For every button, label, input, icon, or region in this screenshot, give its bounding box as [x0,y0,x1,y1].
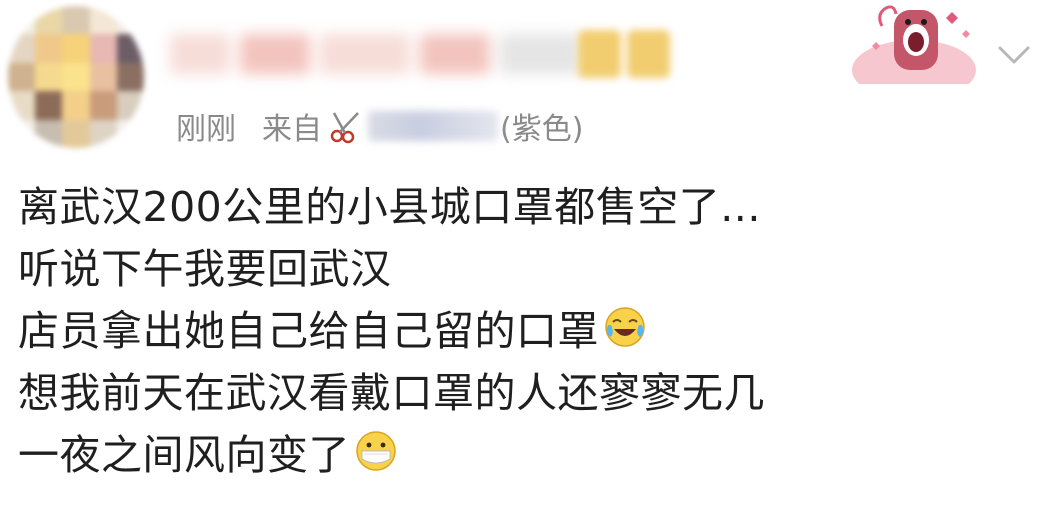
post-line: 想我前天在武汉看戴口罩的人还寥寥无几 [18,358,1048,420]
username-blurred[interactable] [170,28,610,80]
post-line-text: 听说下午我要回武汉 [18,245,392,293]
post-line: 听说下午我要回武汉 [18,234,1048,296]
post-line: 店员拿出她自己给自己留的口罩 [18,296,1048,358]
avatar[interactable] [8,6,144,148]
member-badge-blurred [578,30,670,78]
scissors-icon [330,112,359,144]
post-meta: 刚刚 来自 (紫色) [176,104,583,148]
post-content: 离武汉200公里的小县城口罩都售空了... 听说下午我要回武汉 店员拿出她自己给… [18,172,1048,482]
weibo-post: 刚刚 来自 (紫色) 离武汉200公里的小县城口罩都售空了... 听说下午我要回… [0,0,1063,505]
post-line-text: 离武汉200公里的小县城口罩都售空了... [18,183,761,231]
post-line-text: 想我前天在武汉看戴口罩的人还寥寥无几 [18,369,765,417]
post-line-text: 一夜之间风向变了 [18,431,350,479]
source-prefix: 来自 [262,112,322,147]
crying-laughing-emoji-icon [605,307,645,347]
post-line-text: 店员拿出她自己给自己留的口罩 [18,307,599,355]
device-suffix[interactable]: (紫色) [500,104,583,148]
post-time: 刚刚 [176,112,236,147]
device-name-blurred[interactable] [368,111,498,141]
chevron-down-icon[interactable] [994,40,1034,70]
sticker-decoration [852,5,976,84]
mask-emoji-icon [356,431,396,471]
post-line: 离武汉200公里的小县城口罩都售空了... [18,172,1048,234]
post-line: 一夜之间风向变了 [18,420,1048,482]
